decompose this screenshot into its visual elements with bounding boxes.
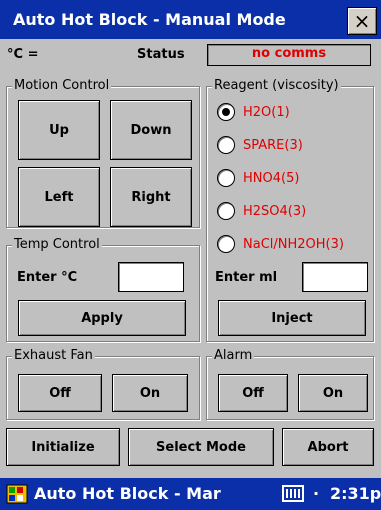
input-menu-arrow[interactable]: · [313, 484, 319, 503]
reagent-legend: Reagent (viscosity) [212, 78, 341, 93]
reagent-radio-spare[interactable] [217, 136, 235, 154]
app-icon[interactable] [6, 484, 28, 504]
select-mode-button[interactable]: Select Mode [128, 428, 274, 466]
reagent-radio-h2o[interactable] [217, 103, 235, 121]
motion-control-legend: Motion Control [12, 78, 112, 93]
exhaust-fan-legend: Exhaust Fan [12, 348, 95, 363]
initialize-button[interactable]: Initialize [6, 428, 120, 466]
reagent-label-spare: SPARE(3) [243, 138, 303, 153]
alarm-legend: Alarm [212, 348, 255, 363]
keyboard-icon[interactable] [282, 485, 304, 502]
exhaust-on-button[interactable]: On [112, 374, 188, 412]
reagent-label-nacl: NaCl/NH2OH(3) [243, 237, 344, 252]
reagent-label-h2o: H2O(1) [243, 105, 290, 120]
alarm-off-button[interactable]: Off [218, 374, 288, 412]
up-button[interactable]: Up [18, 100, 100, 160]
taskbar-app-title[interactable]: Auto Hot Block - Mar [34, 484, 221, 503]
close-button[interactable]: × [347, 7, 377, 35]
temp-input[interactable] [118, 262, 184, 292]
status-label: Status [137, 47, 185, 62]
reagent-radio-hno4[interactable] [217, 169, 235, 187]
reagent-label-hno4: HNO4(5) [243, 171, 300, 186]
status-value: no comms [207, 44, 371, 66]
abort-button[interactable]: Abort [282, 428, 374, 466]
alarm-on-button[interactable]: On [298, 374, 368, 412]
enter-temp-label: Enter °C [17, 270, 78, 285]
exhaust-off-button[interactable]: Off [18, 374, 102, 412]
reagent-radio-nacl[interactable] [217, 235, 235, 253]
reagent-radio-h2so4[interactable] [217, 202, 235, 220]
temp-unit-label: °C = [7, 47, 39, 62]
reagent-label-h2so4: H2SO4(3) [243, 204, 307, 219]
window-title: Auto Hot Block - Manual Mode [13, 10, 286, 29]
temp-control-legend: Temp Control [12, 237, 102, 252]
taskbar-clock: 2:31p [330, 484, 381, 503]
inject-button[interactable]: Inject [218, 300, 366, 336]
enter-ml-label: Enter ml [215, 270, 278, 285]
left-button[interactable]: Left [18, 167, 100, 227]
ml-input[interactable] [302, 262, 368, 292]
down-button[interactable]: Down [110, 100, 192, 160]
apply-button[interactable]: Apply [18, 300, 186, 336]
right-button[interactable]: Right [110, 167, 192, 227]
